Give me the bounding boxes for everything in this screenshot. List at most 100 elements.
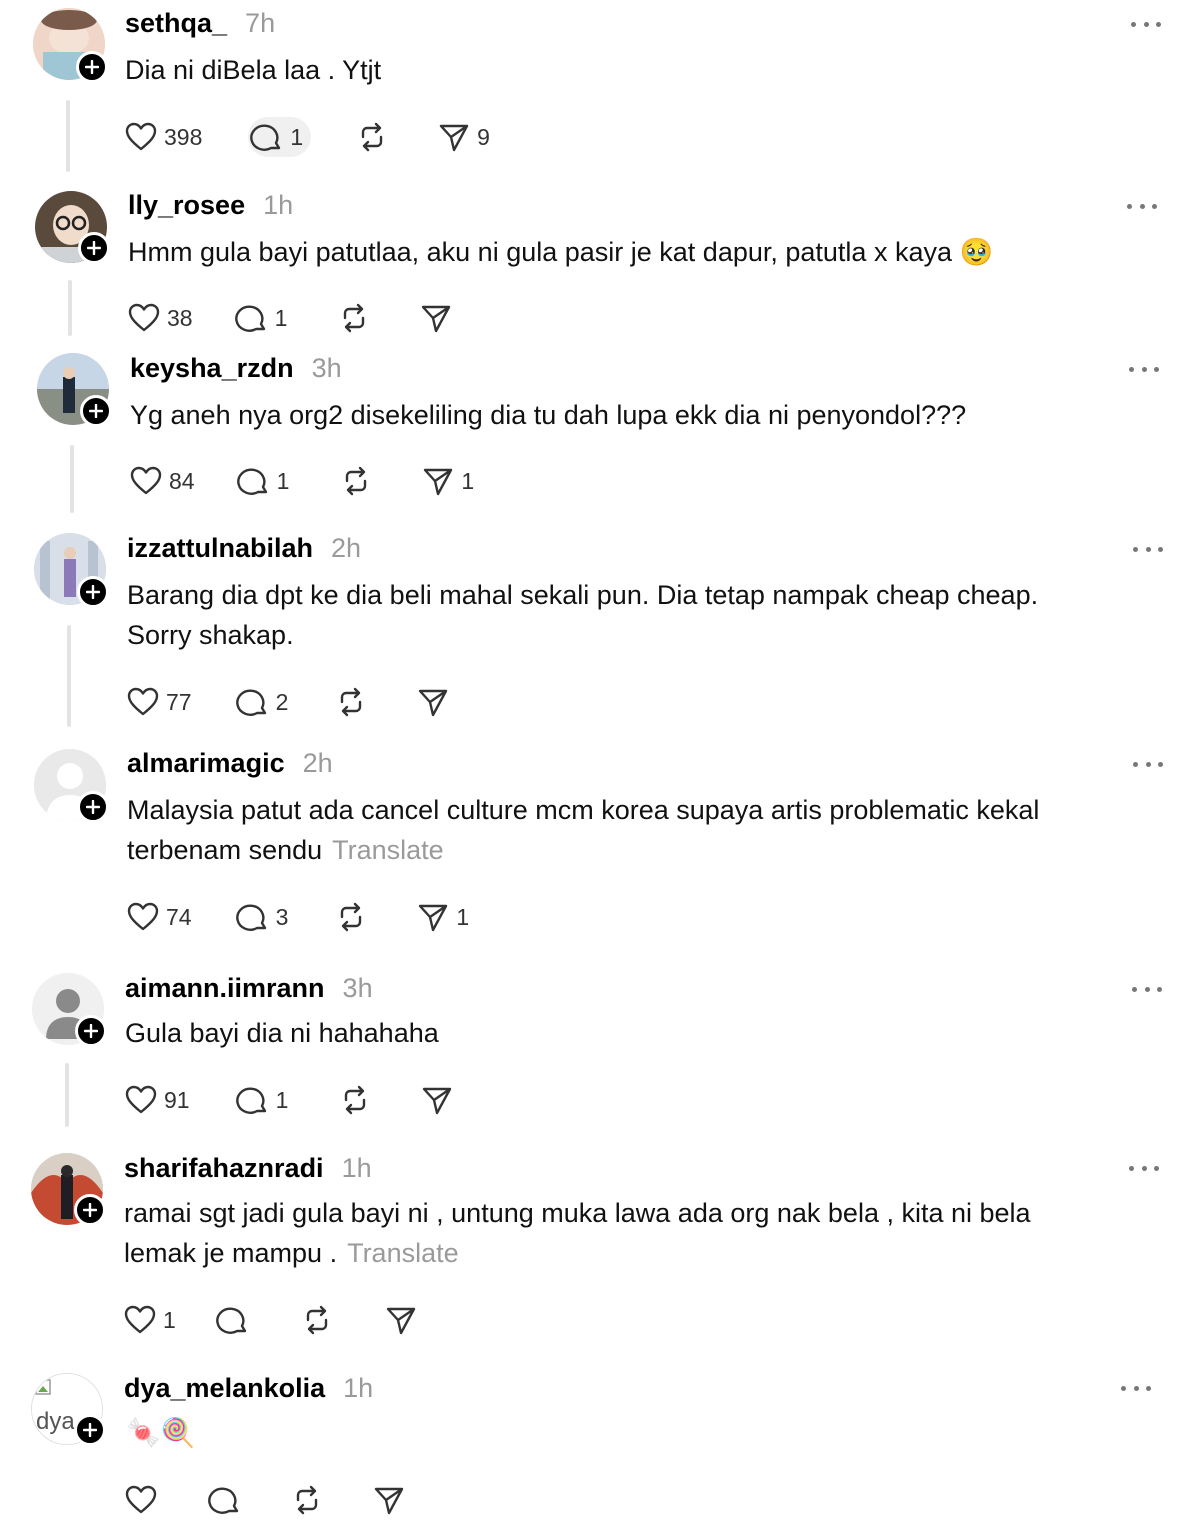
action-bar: 84 1 1: [129, 461, 510, 501]
share-button[interactable]: [384, 1300, 418, 1340]
post-text-line: Malaysia patut ada cancel culture mcm ko…: [127, 795, 1040, 825]
timestamp[interactable]: 3h: [343, 973, 373, 1004]
timestamp[interactable]: 2h: [303, 748, 333, 779]
like-button[interactable]: 84: [129, 461, 195, 501]
follow-button[interactable]: [77, 576, 109, 608]
follow-button[interactable]: [78, 232, 110, 264]
reply-button[interactable]: 3: [235, 897, 289, 937]
heart-icon: [125, 1085, 157, 1114]
reply-button[interactable]: [208, 1480, 242, 1520]
username[interactable]: aimann.iimrann: [125, 973, 325, 1004]
like-button[interactable]: [124, 1480, 158, 1520]
reply-count: 1: [274, 304, 288, 331]
timestamp[interactable]: 1h: [342, 1153, 372, 1184]
more-icon[interactable]: [1133, 759, 1163, 769]
plus-icon: [87, 241, 101, 255]
like-button[interactable]: 77: [126, 682, 192, 722]
share-count: 1: [461, 467, 475, 494]
repost-button[interactable]: [339, 461, 373, 501]
reply-count: 1: [275, 1086, 289, 1113]
action-bar: [124, 1480, 442, 1520]
plus-icon: [83, 1203, 97, 1217]
username[interactable]: izzattulnabilah: [127, 533, 313, 564]
share-button[interactable]: [416, 682, 450, 722]
share-button[interactable]: [419, 298, 453, 338]
translate-link[interactable]: Translate: [332, 835, 444, 865]
post-header: keysha_rzdn 3h: [130, 353, 342, 384]
follow-button[interactable]: [77, 791, 109, 823]
more-icon[interactable]: [1127, 201, 1157, 211]
post-header: aimann.iimrann 3h: [125, 973, 373, 1004]
reply-button[interactable]: 1: [248, 117, 312, 157]
post-text: Hmm gula bayi patutlaa, aku ni gula pasi…: [128, 232, 1138, 272]
share-button[interactable]: 1: [416, 897, 469, 937]
timestamp[interactable]: 2h: [331, 533, 361, 564]
repost-button[interactable]: [337, 298, 371, 338]
reply-button[interactable]: 2: [235, 682, 288, 722]
heart-icon: [127, 902, 159, 931]
post-header: dya_melankolia 1h: [124, 1373, 373, 1404]
repost-button[interactable]: [334, 897, 368, 937]
repost-button[interactable]: [338, 1080, 372, 1120]
heart-icon: [128, 303, 160, 332]
timestamp[interactable]: 1h: [343, 1373, 373, 1404]
reply-button[interactable]: [215, 1300, 250, 1340]
follow-button[interactable]: [80, 395, 112, 427]
username[interactable]: sethqa_: [125, 8, 227, 39]
plus-icon: [84, 1024, 98, 1038]
action-bar: 74 3 1: [126, 897, 505, 937]
post-text: Yg aneh nya org2 disekeliling dia tu dah…: [130, 395, 1140, 435]
like-button[interactable]: 74: [126, 897, 192, 937]
post-text-line: Hmm gula bayi patutlaa, aku ni gula pasi…: [128, 237, 994, 267]
post-text: Dia ni diBela laa . Ytjt: [125, 50, 1135, 90]
heart-icon: [124, 1305, 156, 1334]
more-icon[interactable]: [1132, 984, 1162, 994]
username[interactable]: sharifahaznradi: [124, 1153, 324, 1184]
share-count: 9: [477, 123, 490, 150]
translate-link[interactable]: Translate: [347, 1238, 459, 1268]
repost-button[interactable]: [300, 1300, 334, 1340]
reply-button[interactable]: 1: [234, 298, 288, 338]
plus-icon: [83, 1423, 97, 1437]
reply-button[interactable]: 1: [235, 1080, 289, 1120]
follow-button[interactable]: [75, 1015, 107, 1047]
like-button[interactable]: 398: [124, 117, 202, 157]
follow-button[interactable]: [74, 1194, 106, 1226]
post-header: izzattulnabilah 2h: [127, 533, 361, 564]
more-icon[interactable]: [1121, 1383, 1151, 1393]
reply-button[interactable]: 1: [236, 461, 289, 501]
share-button[interactable]: [372, 1480, 406, 1520]
share-button[interactable]: [420, 1080, 454, 1120]
repost-button[interactable]: [290, 1480, 324, 1520]
more-icon[interactable]: [1131, 19, 1161, 29]
post-text: Barang dia dpt ke dia beli mahal sekali …: [127, 575, 1137, 655]
thread-line: [67, 625, 71, 727]
thread-line: [66, 100, 70, 172]
like-button[interactable]: 1: [123, 1300, 176, 1340]
repost-button[interactable]: [334, 682, 368, 722]
share-button[interactable]: 1: [421, 461, 474, 501]
timestamp[interactable]: 1h: [263, 190, 293, 221]
plus-icon: [85, 60, 99, 74]
like-button[interactable]: 38: [127, 298, 193, 338]
timestamp[interactable]: 3h: [312, 353, 342, 384]
reply-count: 3: [275, 903, 289, 930]
more-icon[interactable]: [1133, 544, 1163, 554]
more-icon[interactable]: [1129, 1163, 1159, 1173]
post: lly_rosee 1h Hmm gula bayi patutlaa, aku…: [0, 180, 1200, 345]
username[interactable]: lly_rosee: [128, 190, 245, 221]
follow-button[interactable]: [76, 51, 108, 83]
username[interactable]: almarimagic: [127, 748, 285, 779]
timestamp[interactable]: 7h: [245, 8, 275, 39]
post-header: sethqa_ 7h: [125, 8, 275, 39]
like-button[interactable]: 91: [124, 1080, 190, 1120]
username[interactable]: keysha_rzdn: [130, 353, 294, 384]
repost-button[interactable]: [355, 117, 389, 157]
heart-icon: [125, 1485, 157, 1514]
share-button[interactable]: 9: [437, 117, 490, 157]
post-text: 🍬🍭: [126, 1413, 1136, 1453]
more-icon[interactable]: [1129, 364, 1159, 374]
username[interactable]: dya_melankolia: [124, 1373, 325, 1404]
follow-button[interactable]: [74, 1414, 106, 1446]
post: keysha_rzdn 3h Yg aneh nya org2 disekeli…: [0, 345, 1200, 525]
